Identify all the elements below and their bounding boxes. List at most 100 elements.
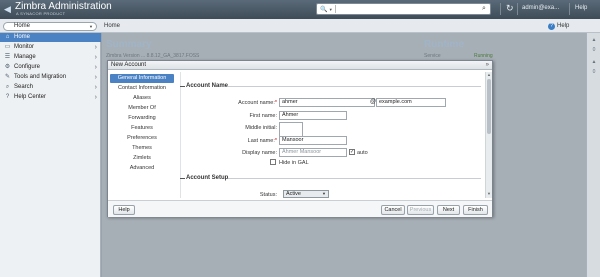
search-icon: 🔍 — [320, 6, 328, 13]
sidebar-item-search[interactable]: ⌕ Search › — [0, 83, 101, 92]
alert-icon[interactable]: ▲ — [590, 59, 598, 65]
form-scrollbar[interactable]: ▲ ▼ — [485, 72, 492, 198]
auto-checkbox[interactable]: ✓ — [349, 149, 355, 155]
finish-button[interactable]: Finish — [463, 205, 488, 215]
tab-advanced[interactable]: Advanced — [110, 164, 174, 173]
tools-icon: ✎ — [4, 74, 11, 80]
tab-contact-information[interactable]: Contact Information — [110, 84, 174, 93]
middle-initial-field[interactable] — [279, 122, 303, 137]
middle-initial-label: Middle initial: — [245, 125, 277, 131]
scroll-down-icon[interactable]: ▼ — [486, 191, 492, 196]
help-icon: ? — [548, 23, 555, 30]
configure-icon: ⚙ — [4, 64, 11, 70]
chevron-right-icon: › — [94, 44, 97, 51]
help-button[interactable]: Help — [113, 205, 135, 215]
sidebar-item-label: Manage — [14, 54, 36, 60]
account-name-field[interactable]: ahmer — [279, 98, 375, 107]
sidebar-item-label: Home — [14, 34, 31, 40]
scroll-up-icon[interactable]: ▲ — [486, 72, 492, 77]
auto-label: auto — [357, 150, 368, 156]
last-name-field[interactable]: Mansoor — [279, 136, 347, 145]
sidebar-item-tools[interactable]: ✎ Tools and Migration › — [0, 73, 101, 82]
sidebar-item-manage[interactable]: ☰ Manage › — [0, 53, 101, 62]
tab-preferences[interactable]: Preferences — [110, 134, 174, 143]
status-select-value: Active — [286, 191, 301, 197]
alert-icon[interactable]: ▲ — [590, 37, 598, 43]
cancel-button[interactable]: Cancel — [381, 205, 405, 215]
chevron-right-icon: › — [94, 74, 97, 81]
status-select[interactable]: Active ▼ — [283, 190, 329, 198]
collapse-icon[interactable] — [180, 86, 185, 87]
chevron-down-icon: ▼ — [89, 24, 93, 29]
count-badge: 0 — [592, 47, 596, 53]
new-account-dialog: New Account » General Information Contac… — [107, 60, 493, 217]
tab-forwarding[interactable]: Forwarding — [110, 114, 174, 123]
label-text: Last name: — [247, 138, 275, 144]
service-status: Running — [474, 53, 493, 59]
tab-features[interactable]: Features — [110, 124, 174, 133]
search-go-icon[interactable]: ⌕ — [479, 4, 489, 14]
last-name-label: Last name:* — [205, 138, 277, 144]
domain-field[interactable]: example.com — [376, 98, 446, 107]
chevron-right-icon: › — [94, 54, 97, 61]
hide-in-gal-checkbox[interactable] — [270, 159, 276, 165]
first-name-field[interactable]: Ahmer — [279, 111, 347, 120]
next-button[interactable]: Next — [437, 205, 460, 215]
help-label: Help — [557, 23, 570, 29]
section-account-name: Account Name — [186, 83, 229, 89]
breadcrumb: Home — [104, 23, 121, 29]
account-name-label: Account name:* — [205, 100, 277, 106]
tab-aliases[interactable]: Aliases — [110, 94, 174, 103]
nav-back-icon[interactable]: ◀ — [2, 4, 13, 15]
monitor-icon: ▭ — [4, 44, 11, 50]
help-button[interactable]: ? Help — [548, 23, 569, 30]
sidebar-item-label: Configure — [14, 64, 41, 70]
dialog-footer: Help Cancel Previous Next Finish — [108, 200, 492, 217]
hide-in-gal-label: Hide in GAL — [279, 160, 309, 166]
help-link[interactable]: Help — [575, 5, 587, 11]
dialog-title-bar[interactable]: New Account » — [108, 61, 492, 70]
sidebar-item-help-center[interactable]: ? Help Center › — [0, 93, 101, 102]
search-type-dropdown[interactable]: 🔍 ▼ — [318, 5, 336, 13]
top-bar: ◀ Zimbra Administration A SYNACOR PRODUC… — [0, 0, 600, 19]
tab-member-of[interactable]: Member Of — [110, 104, 174, 113]
divider — [517, 3, 518, 15]
sidebar-item-configure[interactable]: ⚙ Configure › — [0, 63, 101, 72]
home-icon: ⌂ — [5, 34, 10, 40]
service-label: Service — [424, 53, 441, 59]
sidebar-item-home[interactable]: ⌂ Home — [0, 33, 101, 42]
chevron-down-icon: ▼ — [328, 6, 333, 12]
collapse-icon[interactable] — [180, 178, 185, 179]
manage-icon: ☰ — [4, 54, 11, 60]
home-select-value: Home — [14, 23, 31, 29]
section-account-setup: Account Setup — [186, 175, 229, 181]
label-text: Account name: — [238, 100, 275, 106]
user-menu[interactable]: admin@exa... — [522, 5, 559, 11]
search-input[interactable]: 🔍 ▼ ⌕ — [316, 3, 491, 15]
sidebar-item-label: Tools and Migration — [14, 74, 67, 80]
sidebar-item-label: Search — [14, 84, 34, 90]
collapse-icon[interactable]: » — [486, 61, 489, 70]
summary-title: Summary — [106, 39, 152, 50]
previous-button[interactable]: Previous — [407, 205, 434, 215]
dialog-title: New Account — [111, 62, 147, 68]
chevron-right-icon: › — [94, 84, 97, 91]
divider — [228, 86, 481, 87]
refresh-icon[interactable]: ↻ — [506, 3, 514, 14]
divider — [228, 178, 481, 179]
divider — [569, 3, 570, 15]
chevron-down-icon: ▼ — [322, 191, 326, 196]
first-name-label: First name: — [249, 113, 277, 119]
search-icon: ⌕ — [5, 84, 10, 90]
sidebar-item-monitor[interactable]: ▭ Monitor › — [0, 43, 101, 52]
home-select[interactable]: Home ▼ — [3, 22, 97, 31]
sidebar: ⌂ Home ▭ Monitor › ☰ Manage › ⚙ Configur… — [0, 33, 101, 277]
runtime-title: Runtime — [424, 39, 464, 50]
display-name-field[interactable]: Ahmer Mansoor — [279, 148, 347, 157]
chevron-right-icon: › — [94, 64, 97, 71]
sidebar-item-label: Help Center — [14, 94, 47, 100]
tab-themes[interactable]: Themes — [110, 144, 174, 153]
tab-general-information[interactable]: General Information — [110, 74, 174, 83]
scroll-thumb[interactable] — [487, 79, 491, 134]
tab-zimlets[interactable]: Zimlets — [110, 154, 174, 163]
